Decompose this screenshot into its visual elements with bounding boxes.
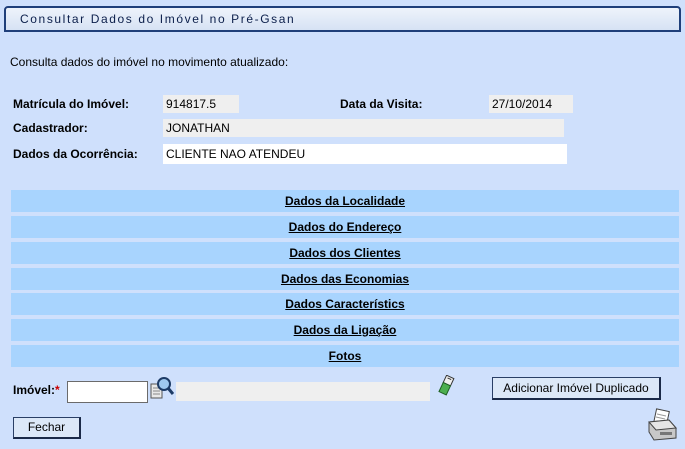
adicionar-imovel-duplicado-button[interactable]: Adicionar Imóvel Duplicado xyxy=(492,377,661,400)
matricula-value: 914817.5 xyxy=(163,95,239,113)
section-link[interactable]: Dados dos Clientes xyxy=(289,246,400,260)
intro-text: Consulta dados do imóvel no movimento at… xyxy=(10,55,289,69)
section-dados-economias[interactable]: Dados das Economias xyxy=(11,268,679,290)
section-dados-localidade[interactable]: Dados da Localidade xyxy=(11,190,679,212)
section-link[interactable]: Fotos xyxy=(329,349,362,363)
section-link[interactable]: Dados da Localidade xyxy=(285,194,405,208)
imovel-label-text: Imóvel: xyxy=(13,383,56,397)
section-dados-caracteristicas[interactable]: Dados Característics xyxy=(11,293,679,315)
imovel-label: Imóvel:* xyxy=(13,383,60,397)
data-visita-value: 27/10/2014 xyxy=(489,95,573,113)
ocorrencia-value: CLIENTE NAO ATENDEU xyxy=(163,144,567,164)
printer-icon[interactable] xyxy=(646,408,678,445)
required-mark: * xyxy=(55,383,60,397)
page-title: Consultar Dados do Imóvel no Pré-Gsan xyxy=(20,12,296,26)
fechar-button[interactable]: Fechar xyxy=(13,417,81,439)
section-dados-endereco[interactable]: Dados do Endereço xyxy=(11,216,679,238)
section-dados-clientes[interactable]: Dados dos Clientes xyxy=(11,242,679,264)
ocorrencia-label: Dados da Ocorrência: xyxy=(13,147,138,161)
title-bar: Consultar Dados do Imóvel no Pré-Gsan xyxy=(4,6,681,32)
matricula-label: Matrícula do Imóvel: xyxy=(13,97,130,111)
data-visita-label: Data da Visita: xyxy=(340,97,423,111)
search-icon[interactable] xyxy=(150,376,175,403)
section-link[interactable]: Dados do Endereço xyxy=(289,220,402,234)
section-link[interactable]: Dados da Ligação xyxy=(294,323,397,337)
imovel-description xyxy=(176,382,430,401)
eraser-icon[interactable] xyxy=(437,374,455,400)
cadastrador-label: Cadastrador: xyxy=(13,121,88,135)
section-link[interactable]: Dados das Economias xyxy=(281,272,409,286)
section-dados-ligacao[interactable]: Dados da Ligação xyxy=(11,319,679,341)
imovel-input[interactable] xyxy=(67,381,148,403)
cadastrador-value: JONATHAN xyxy=(163,119,564,137)
section-fotos[interactable]: Fotos xyxy=(11,345,679,367)
section-link[interactable]: Dados Característics xyxy=(285,297,404,311)
